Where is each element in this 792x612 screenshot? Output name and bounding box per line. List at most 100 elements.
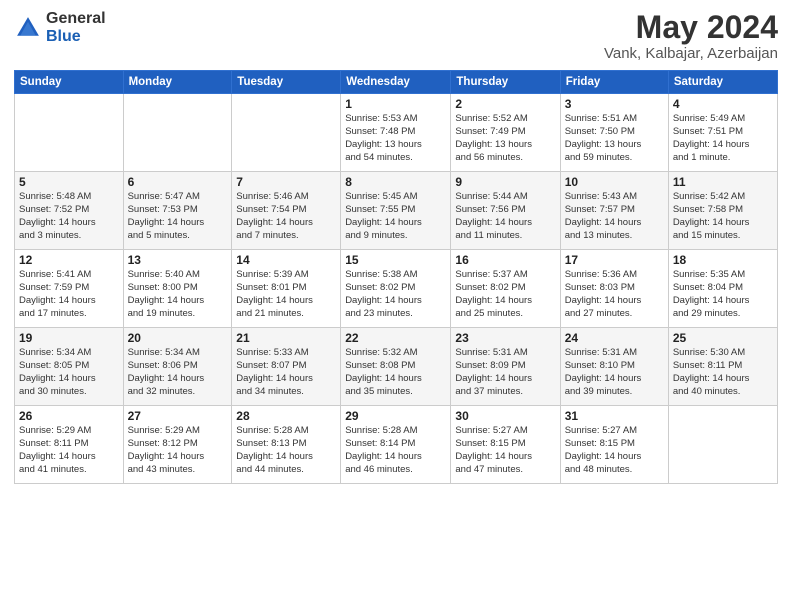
calendar-header-wednesday: Wednesday (341, 71, 451, 94)
day-number: 3 (565, 97, 664, 111)
day-info: Sunrise: 5:40 AM Sunset: 8:00 PM Dayligh… (128, 269, 228, 320)
day-info: Sunrise: 5:38 AM Sunset: 8:02 PM Dayligh… (345, 269, 446, 320)
calendar-header-thursday: Thursday (451, 71, 560, 94)
calendar-header-tuesday: Tuesday (232, 71, 341, 94)
day-info: Sunrise: 5:44 AM Sunset: 7:56 PM Dayligh… (455, 191, 555, 242)
calendar-cell (15, 94, 124, 172)
calendar-cell: 13Sunrise: 5:40 AM Sunset: 8:00 PM Dayli… (123, 250, 232, 328)
calendar-cell: 1 Sunrise: 5:53 AM Sunset: 7:48 PM Daylig… (341, 94, 451, 172)
day-number: 24 (565, 331, 664, 345)
day-number: 11 (673, 175, 773, 189)
day-info: Sunrise: 5:48 AM Sunset: 7:52 PM Dayligh… (19, 191, 119, 242)
calendar-week-5: 26 Sunrise: 5:29 AM Sunset: 8:11 PM Dayli… (15, 406, 778, 484)
day-number: 9 (455, 175, 555, 189)
day-info: Sunrise: 5:49 AM Sunset: 7:51 PM Dayligh… (673, 113, 773, 164)
logo-icon (14, 14, 42, 42)
day-number: 20 (128, 331, 228, 345)
day-number: 23 (455, 331, 555, 345)
day-number: 17 (565, 253, 664, 267)
calendar-header-saturday: Saturday (668, 71, 777, 94)
calendar-cell: 19 Sunrise: 5:34 AM Sunset: 8:05 PM Dayli… (15, 328, 124, 406)
calendar-cell: 22 Sunrise: 5:32 AM Sunset: 8:08 PM Dayli… (341, 328, 451, 406)
calendar-cell (668, 406, 777, 484)
calendar-cell: 30 Sunrise: 5:27 AM Sunset: 8:15 PM Dayli… (451, 406, 560, 484)
calendar-cell: 4 Sunrise: 5:49 AM Sunset: 7:51 PM Daylig… (668, 94, 777, 172)
calendar-cell: 16 Sunrise: 5:37 AM Sunset: 8:02 PM Dayli… (451, 250, 560, 328)
day-info: Sunrise: 5:34 AM Sunset: 8:05 PM Dayligh… (19, 347, 119, 398)
day-info: Sunrise: 5:31 AM Sunset: 8:10 PM Dayligh… (565, 347, 664, 398)
calendar-header-sunday: Sunday (15, 71, 124, 94)
day-number: 21 (236, 331, 336, 345)
day-number: 15 (345, 253, 446, 267)
calendar-cell: 25 Sunrise: 5:30 AM Sunset: 8:11 PM Dayli… (668, 328, 777, 406)
day-number: 30 (455, 409, 555, 423)
day-number: 25 (673, 331, 773, 345)
day-number: 4 (673, 97, 773, 111)
calendar-week-3: 12 Sunrise: 5:41 AM Sunset: 7:59 PM Dayli… (15, 250, 778, 328)
day-info: Sunrise: 5:31 AM Sunset: 8:09 PM Dayligh… (455, 347, 555, 398)
calendar-cell: 3Sunrise: 5:51 AM Sunset: 7:50 PM Daylig… (560, 94, 668, 172)
day-number: 16 (455, 253, 555, 267)
logo: General Blue (14, 10, 106, 45)
calendar-week-4: 19 Sunrise: 5:34 AM Sunset: 8:05 PM Dayli… (15, 328, 778, 406)
subtitle: Vank, Kalbajar, Azerbaijan (604, 45, 778, 62)
day-info: Sunrise: 5:52 AM Sunset: 7:49 PM Dayligh… (455, 113, 555, 164)
calendar-cell: 14Sunrise: 5:39 AM Sunset: 8:01 PM Dayli… (232, 250, 341, 328)
calendar-cell (232, 94, 341, 172)
day-number: 18 (673, 253, 773, 267)
title-block: May 2024 Vank, Kalbajar, Azerbaijan (604, 10, 778, 62)
header: General Blue May 2024 Vank, Kalbajar, Az… (14, 10, 778, 62)
day-info: Sunrise: 5:36 AM Sunset: 8:03 PM Dayligh… (565, 269, 664, 320)
calendar: SundayMondayTuesdayWednesdayThursdayFrid… (14, 70, 778, 484)
calendar-header-row: SundayMondayTuesdayWednesdayThursdayFrid… (15, 71, 778, 94)
day-info: Sunrise: 5:30 AM Sunset: 8:11 PM Dayligh… (673, 347, 773, 398)
day-info: Sunrise: 5:29 AM Sunset: 8:12 PM Dayligh… (128, 425, 228, 476)
day-info: Sunrise: 5:32 AM Sunset: 8:08 PM Dayligh… (345, 347, 446, 398)
logo-general: General (46, 10, 106, 28)
calendar-cell: 18 Sunrise: 5:35 AM Sunset: 8:04 PM Dayli… (668, 250, 777, 328)
calendar-cell: 20 Sunrise: 5:34 AM Sunset: 8:06 PM Dayli… (123, 328, 232, 406)
calendar-header-monday: Monday (123, 71, 232, 94)
calendar-cell: 7 Sunrise: 5:46 AM Sunset: 7:54 PM Daylig… (232, 172, 341, 250)
day-info: Sunrise: 5:29 AM Sunset: 8:11 PM Dayligh… (19, 425, 119, 476)
day-number: 26 (19, 409, 119, 423)
day-info: Sunrise: 5:37 AM Sunset: 8:02 PM Dayligh… (455, 269, 555, 320)
main-title: May 2024 (604, 10, 778, 45)
calendar-cell: 12 Sunrise: 5:41 AM Sunset: 7:59 PM Dayli… (15, 250, 124, 328)
day-info: Sunrise: 5:53 AM Sunset: 7:48 PM Dayligh… (345, 113, 446, 164)
day-info: Sunrise: 5:41 AM Sunset: 7:59 PM Dayligh… (19, 269, 119, 320)
day-number: 27 (128, 409, 228, 423)
day-info: Sunrise: 5:46 AM Sunset: 7:54 PM Dayligh… (236, 191, 336, 242)
day-number: 8 (345, 175, 446, 189)
calendar-cell: 21 Sunrise: 5:33 AM Sunset: 8:07 PM Dayli… (232, 328, 341, 406)
day-number: 12 (19, 253, 119, 267)
day-number: 5 (19, 175, 119, 189)
day-info: Sunrise: 5:47 AM Sunset: 7:53 PM Dayligh… (128, 191, 228, 242)
day-info: Sunrise: 5:43 AM Sunset: 7:57 PM Dayligh… (565, 191, 664, 242)
day-number: 7 (236, 175, 336, 189)
logo-blue: Blue (46, 28, 106, 46)
day-number: 19 (19, 331, 119, 345)
logo-text: General Blue (46, 10, 106, 45)
calendar-cell: 23 Sunrise: 5:31 AM Sunset: 8:09 PM Dayli… (451, 328, 560, 406)
calendar-cell: 5 Sunrise: 5:48 AM Sunset: 7:52 PM Daylig… (15, 172, 124, 250)
day-info: Sunrise: 5:33 AM Sunset: 8:07 PM Dayligh… (236, 347, 336, 398)
calendar-cell: 11Sunrise: 5:42 AM Sunset: 7:58 PM Dayli… (668, 172, 777, 250)
calendar-cell: 24 Sunrise: 5:31 AM Sunset: 8:10 PM Dayli… (560, 328, 668, 406)
calendar-cell: 15 Sunrise: 5:38 AM Sunset: 8:02 PM Dayli… (341, 250, 451, 328)
calendar-cell (123, 94, 232, 172)
day-info: Sunrise: 5:27 AM Sunset: 8:15 PM Dayligh… (455, 425, 555, 476)
day-number: 29 (345, 409, 446, 423)
day-number: 2 (455, 97, 555, 111)
day-number: 22 (345, 331, 446, 345)
day-info: Sunrise: 5:34 AM Sunset: 8:06 PM Dayligh… (128, 347, 228, 398)
calendar-cell: 6Sunrise: 5:47 AM Sunset: 7:53 PM Daylig… (123, 172, 232, 250)
day-info: Sunrise: 5:28 AM Sunset: 8:13 PM Dayligh… (236, 425, 336, 476)
calendar-cell: 17 Sunrise: 5:36 AM Sunset: 8:03 PM Dayli… (560, 250, 668, 328)
calendar-week-2: 5 Sunrise: 5:48 AM Sunset: 7:52 PM Daylig… (15, 172, 778, 250)
day-number: 1 (345, 97, 446, 111)
day-info: Sunrise: 5:35 AM Sunset: 8:04 PM Dayligh… (673, 269, 773, 320)
day-info: Sunrise: 5:28 AM Sunset: 8:14 PM Dayligh… (345, 425, 446, 476)
calendar-cell: 2 Sunrise: 5:52 AM Sunset: 7:49 PM Daylig… (451, 94, 560, 172)
calendar-cell: 10Sunrise: 5:43 AM Sunset: 7:57 PM Dayli… (560, 172, 668, 250)
